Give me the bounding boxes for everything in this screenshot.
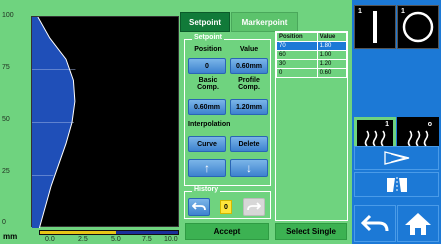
x-axis-unit: mm [3,232,18,241]
setpoint-group: Setpoint Position Value 0 0.60mm Basic C… [184,34,271,186]
cone-icon [383,151,409,165]
setpoint-group-title: Setpoint [192,34,224,41]
single-line-mode-button[interactable]: 1 [354,5,396,49]
mode1-number: 1 [358,8,362,15]
heat2-symbol: o [427,121,432,128]
history-redo-button[interactable] [243,198,265,216]
history-undo-button[interactable] [188,198,210,216]
interpolation-label: Interpolation [188,121,231,128]
vertical-line-icon [373,11,377,43]
position-input-button[interactable]: 0 [188,58,226,74]
history-group: History 0 [184,186,271,219]
mirror-profile-button[interactable] [354,172,439,197]
table-header-position: Position [276,32,318,42]
move-down-button[interactable]: ↓ [230,159,268,177]
profile-comp-label: Profile Comp. [238,77,260,91]
table-row[interactable]: 0 0.60 [276,68,348,78]
table-header-value: Value [316,32,348,42]
history-count-badge: 0 [220,200,232,214]
y-tick-25: 25 [2,168,10,175]
heat1-number: 1 [385,121,389,128]
mirror-icon [386,176,407,193]
back-button[interactable] [354,205,396,242]
table-header-row: Position Value [276,32,348,42]
cone-profile-button[interactable] [354,146,439,170]
mode2-number: 1 [401,8,405,15]
value-input-button[interactable]: 0.60mm [230,58,268,74]
profile-chart-svg [32,17,76,228]
home-button[interactable] [397,205,439,242]
history-group-title: History [192,186,221,193]
x-position-fill [40,231,116,234]
setpoint-table[interactable]: Position Value 70 1.80 60 1.00 30 1.20 0… [275,31,348,221]
profile-comp-button[interactable]: 1.20mm [230,99,268,115]
table-cell-value: 1.80 [316,41,348,51]
tab-markerpoint[interactable]: Markerpoint [231,12,298,32]
table-cell-position: 30 [276,59,318,69]
back-arrow-icon [361,214,389,231]
right-toolbar: 1 1 1 o [352,0,441,244]
curve-button[interactable]: Curve [188,136,226,152]
x-tick-7-5: 7.5 [142,236,152,243]
heat-waves-icon [364,130,386,147]
tab-setpoint[interactable]: Setpoint [180,12,230,32]
heat-waves-icon [407,130,429,147]
basic-comp-button[interactable]: 0.60mm [188,99,226,115]
value-label: Value [239,46,259,53]
table-cell-value: 0.60 [316,68,348,78]
home-icon [405,212,431,235]
y-tick-50: 50 [2,116,10,123]
table-cell-position: 70 [276,41,318,51]
table-cell-value: 1.20 [316,59,348,69]
table-row[interactable]: 60 1.00 [276,50,348,60]
circle-icon [402,11,434,43]
move-up-button[interactable]: ↑ [188,159,226,177]
table-row[interactable]: 30 1.20 [276,59,348,69]
x-tick-10: 10.0 [164,236,178,243]
profile-plot[interactable] [31,16,179,228]
x-tick-0: 0.0 [45,236,55,243]
x-tick-5: 5.0 [111,236,121,243]
x-tick-2-5: 2.5 [78,236,88,243]
x-position-bar[interactable] [39,230,179,235]
circle-mode-button[interactable]: 1 [397,5,439,49]
arrow-up-icon: ↑ [204,161,210,175]
table-cell-position: 60 [276,50,318,60]
delete-button[interactable]: Delete [230,136,268,152]
y-tick-75: 75 [2,64,10,71]
accept-button[interactable]: Accept [185,223,269,240]
position-label: Position [194,46,222,53]
arrow-down-icon: ↓ [246,161,252,175]
redo-arrow-icon [247,202,261,211]
table-cell-value: 1.00 [316,50,348,60]
y-tick-0: 0 [2,219,6,226]
undo-arrow-icon [192,202,206,211]
y-tick-100: 100 [2,12,14,19]
table-row[interactable]: 70 1.80 [276,41,348,51]
select-single-button[interactable]: Select Single [275,223,347,240]
table-cell-position: 0 [276,68,318,78]
basic-comp-label: Basic Comp. [197,77,219,91]
